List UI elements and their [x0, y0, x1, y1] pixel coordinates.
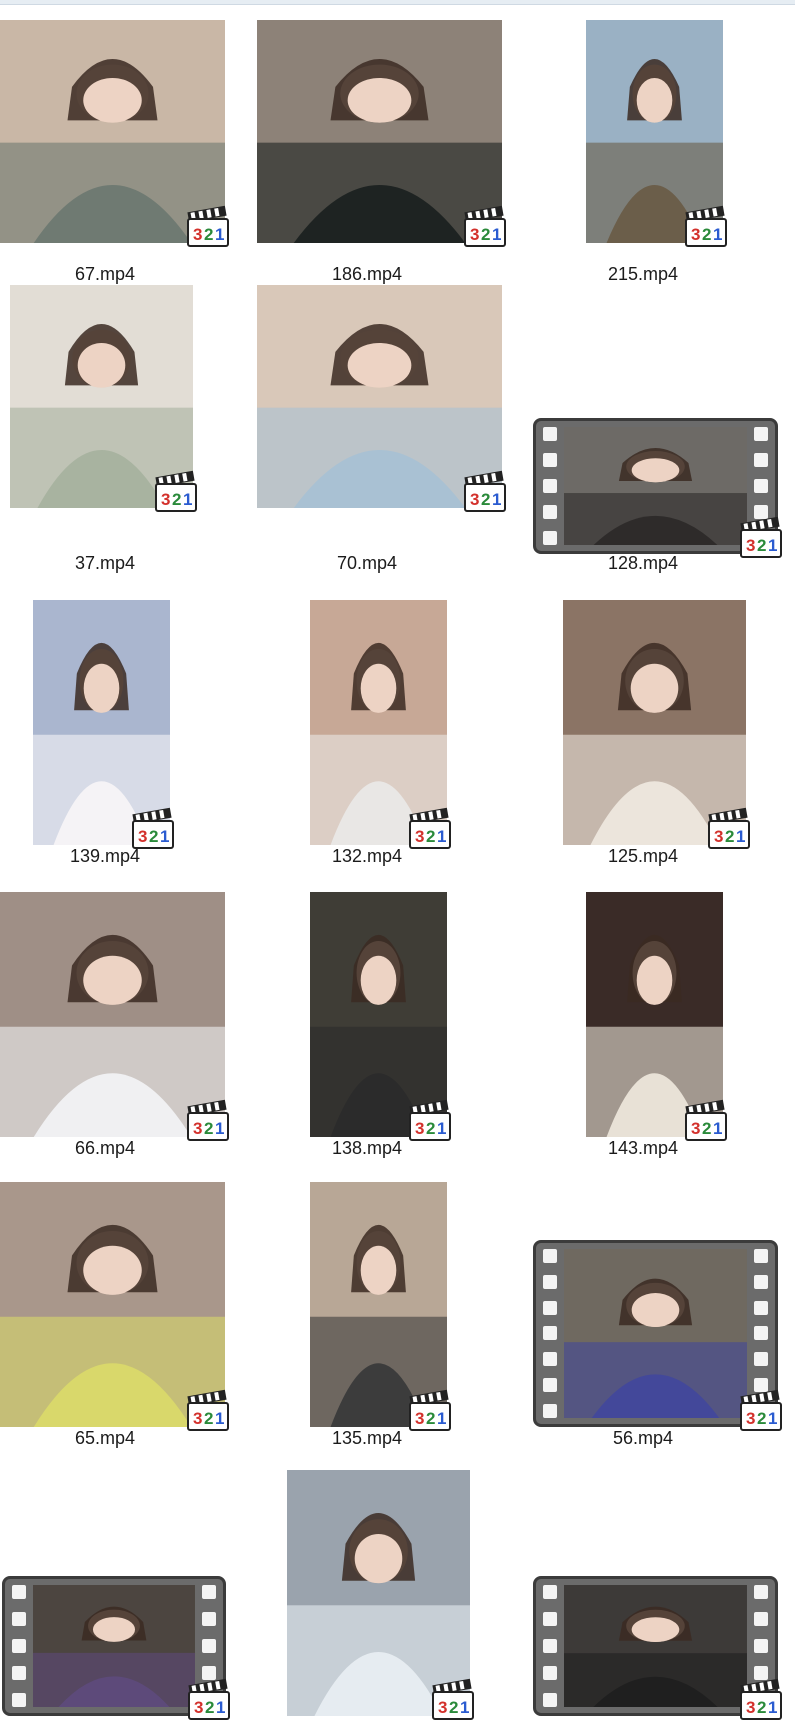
svg-text:1: 1: [183, 490, 192, 509]
media-player-classic-icon: 321: [683, 203, 729, 249]
svg-text:3: 3: [691, 1119, 700, 1138]
file-name-label[interactable]: 37.mp4: [0, 552, 225, 574]
svg-text:1: 1: [216, 1698, 225, 1717]
svg-text:1: 1: [736, 827, 745, 846]
svg-text:2: 2: [172, 490, 181, 509]
svg-text:2: 2: [481, 225, 490, 244]
svg-text:3: 3: [470, 490, 479, 509]
svg-text:2: 2: [204, 1409, 213, 1428]
file-name-label[interactable]: 143.mp4: [523, 1137, 763, 1159]
media-player-classic-icon: 321: [738, 1676, 784, 1722]
svg-text:3: 3: [138, 827, 147, 846]
svg-text:2: 2: [204, 1119, 213, 1138]
svg-text:1: 1: [215, 1409, 224, 1428]
svg-text:2: 2: [702, 1119, 711, 1138]
media-player-classic-icon: 321: [462, 468, 508, 514]
svg-text:1: 1: [768, 536, 777, 555]
svg-text:3: 3: [415, 1119, 424, 1138]
svg-text:3: 3: [194, 1698, 203, 1717]
file-name-label[interactable]: 138.mp4: [247, 1137, 487, 1159]
svg-text:2: 2: [204, 225, 213, 244]
file-name-label[interactable]: 70.mp4: [247, 552, 487, 574]
media-player-classic-icon: 321: [430, 1676, 476, 1722]
svg-text:1: 1: [768, 1409, 777, 1428]
file-name-label[interactable]: 56.mp4: [523, 1427, 763, 1449]
svg-text:3: 3: [161, 490, 170, 509]
file-name-label[interactable]: 139.mp4: [0, 845, 225, 867]
svg-text:2: 2: [426, 827, 435, 846]
svg-text:1: 1: [460, 1698, 469, 1717]
svg-text:2: 2: [449, 1698, 458, 1717]
window-top-border: [0, 0, 795, 5]
svg-text:1: 1: [768, 1698, 777, 1717]
file-name-label[interactable]: 128.mp4: [523, 552, 763, 574]
svg-text:1: 1: [492, 490, 501, 509]
svg-text:1: 1: [437, 1119, 446, 1138]
file-name-label[interactable]: 215.mp4: [523, 263, 763, 285]
media-player-classic-icon: 321: [153, 468, 199, 514]
file-name-label[interactable]: 66.mp4: [0, 1137, 225, 1159]
file-name-label[interactable]: 125.mp4: [523, 845, 763, 867]
video-frame-image: [33, 1585, 195, 1707]
svg-text:3: 3: [691, 225, 700, 244]
svg-text:3: 3: [415, 827, 424, 846]
svg-text:3: 3: [714, 827, 723, 846]
video-frame-image: [564, 1249, 747, 1418]
svg-text:3: 3: [438, 1698, 447, 1717]
media-player-classic-icon: 321: [186, 1676, 232, 1722]
svg-text:2: 2: [149, 827, 158, 846]
svg-text:2: 2: [725, 827, 734, 846]
svg-text:1: 1: [215, 225, 224, 244]
svg-text:2: 2: [757, 1698, 766, 1717]
svg-text:1: 1: [215, 1119, 224, 1138]
svg-text:3: 3: [746, 1409, 755, 1428]
svg-text:1: 1: [492, 225, 501, 244]
svg-text:3: 3: [470, 225, 479, 244]
file-name-label[interactable]: 65.mp4: [0, 1427, 225, 1449]
file-name-label[interactable]: 132.mp4: [247, 845, 487, 867]
file-name-label[interactable]: 135.mp4: [247, 1427, 487, 1449]
media-player-classic-icon: 321: [462, 203, 508, 249]
film-sprocket-holes: [5, 1579, 33, 1713]
svg-text:1: 1: [713, 1119, 722, 1138]
svg-text:3: 3: [193, 1119, 202, 1138]
svg-text:2: 2: [205, 1698, 214, 1717]
svg-text:1: 1: [713, 225, 722, 244]
svg-text:2: 2: [481, 490, 490, 509]
svg-text:3: 3: [193, 1409, 202, 1428]
file-name-label[interactable]: 186.mp4: [247, 263, 487, 285]
film-sprocket-holes: [536, 1243, 564, 1424]
media-player-classic-icon: 321: [185, 203, 231, 249]
svg-text:3: 3: [193, 225, 202, 244]
video-frame-image: [564, 427, 747, 545]
svg-text:3: 3: [415, 1409, 424, 1428]
svg-text:2: 2: [426, 1409, 435, 1428]
file-name-label[interactable]: 67.mp4: [0, 263, 225, 285]
svg-text:1: 1: [160, 827, 169, 846]
svg-text:2: 2: [426, 1119, 435, 1138]
svg-text:1: 1: [437, 827, 446, 846]
svg-text:2: 2: [757, 1409, 766, 1428]
video-frame-image: [564, 1585, 747, 1707]
svg-text:3: 3: [746, 1698, 755, 1717]
svg-text:2: 2: [702, 225, 711, 244]
film-sprocket-holes: [536, 421, 564, 551]
svg-text:1: 1: [437, 1409, 446, 1428]
film-sprocket-holes: [536, 1579, 564, 1713]
